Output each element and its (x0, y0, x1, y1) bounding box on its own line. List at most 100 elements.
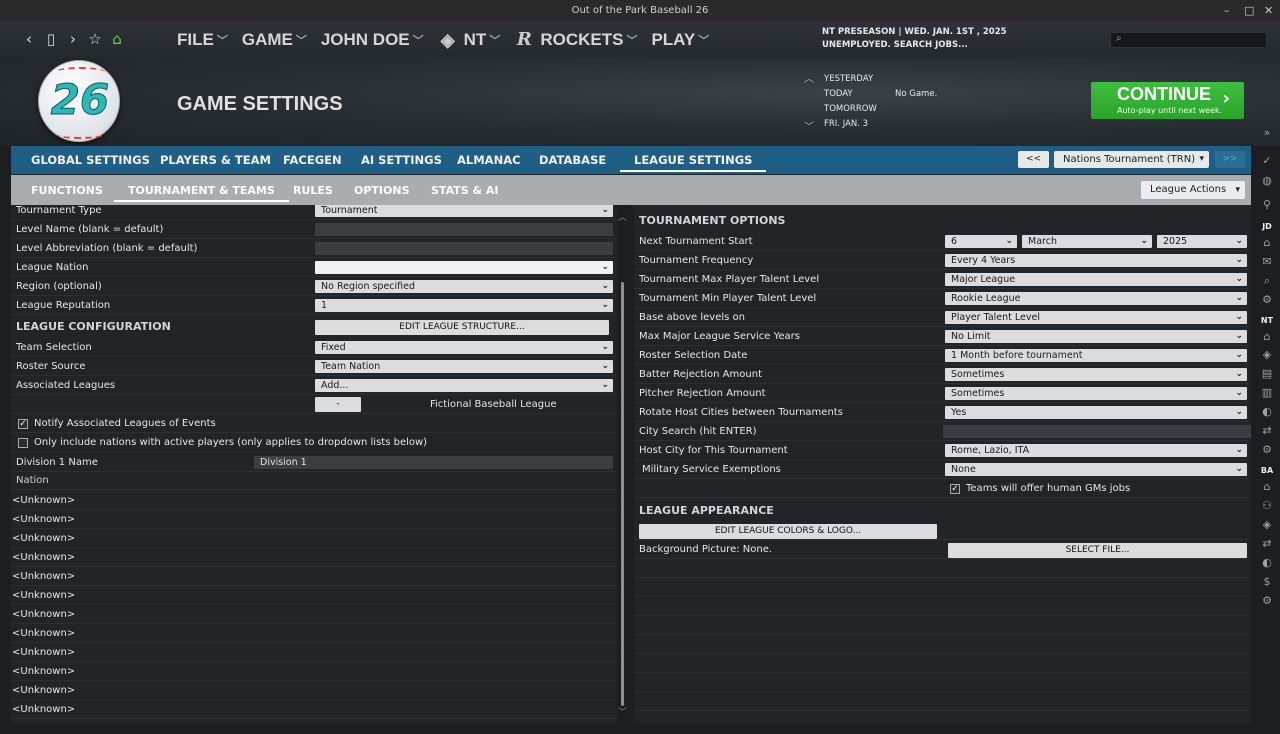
tab-global-settings[interactable]: GLOBAL SETTINGS (31, 153, 150, 167)
edit-league-structure-button[interactable]: EDIT LEAGUE STRUCTURE... (315, 320, 609, 335)
home-icon[interactable]: ⌂ (1259, 480, 1275, 493)
region-dropdown[interactable]: No Region specified ⌄ (315, 280, 613, 293)
menu-play[interactable]: PLAY ﹀ (651, 30, 709, 50)
sidebar-ba-label[interactable]: BA (1255, 466, 1279, 475)
subtab-options[interactable]: OPTIONS (354, 184, 410, 197)
news-icon[interactable]: ▤ (1259, 367, 1275, 380)
gear-icon[interactable]: ⚙ (1259, 443, 1275, 456)
search-input[interactable]: ⌕ (1110, 32, 1267, 48)
next-start-month-dropdown[interactable]: March ⌄ (1022, 235, 1152, 248)
sidebar-jd-label[interactable]: JD (1255, 222, 1279, 231)
forward-icon[interactable]: › (66, 30, 80, 48)
transfer-icon[interactable]: ⇄ (1259, 537, 1275, 550)
nation-row[interactable]: <Unknown> (11, 681, 617, 700)
division-name-input[interactable]: Division 1 (254, 456, 613, 469)
tab-players-team[interactable]: PLAYERS & TEAM (160, 153, 271, 167)
roster-date-dropdown[interactable]: 1 Month before tournament ⌄ (945, 349, 1247, 362)
menu-game[interactable]: GAME ﹀ (242, 30, 307, 50)
nation-row[interactable]: <Unknown> (11, 510, 617, 529)
tab-ai-settings[interactable]: AI SETTINGS (361, 153, 442, 167)
nation-row[interactable]: <Unknown> (11, 586, 617, 605)
sidebar-nt-label[interactable]: NT (1255, 316, 1279, 325)
tab-facegen[interactable]: FACEGEN (283, 153, 342, 167)
date-next[interactable]: FRI. JAN. 3 (824, 117, 868, 132)
tab-league-settings[interactable]: LEAGUE SETTINGS (619, 153, 767, 172)
continue-button[interactable]: CONTINUE Auto-play until next week. › (1091, 82, 1244, 119)
nation-row[interactable]: <Unknown> (11, 491, 617, 510)
next-league-button[interactable]: >> (1215, 151, 1245, 168)
baseball-icon[interactable]: ◐ (1259, 556, 1275, 569)
frequency-dropdown[interactable]: Every 4 Years ⌄ (945, 254, 1247, 267)
min-talent-dropdown[interactable]: Rookie League ⌄ (945, 292, 1247, 305)
batter-rejection-dropdown[interactable]: Sometimes ⌄ (945, 368, 1247, 381)
select-file-button[interactable]: SELECT FILE... (948, 543, 1247, 558)
maximize-icon[interactable]: □ (1244, 0, 1254, 22)
expand-icon[interactable]: » (1259, 126, 1275, 139)
nation-row[interactable]: <Unknown> (11, 605, 617, 624)
home-icon[interactable]: ⌂ (1259, 236, 1275, 249)
military-dropdown[interactable]: None ⌄ (945, 463, 1247, 476)
gear-icon[interactable]: ⚙ (1259, 293, 1275, 306)
search-icon[interactable]: ⌕ (1259, 274, 1275, 288)
roster-source-dropdown[interactable]: Team Nation ⌄ (315, 360, 613, 373)
home-icon[interactable]: ⌂ (1259, 330, 1275, 343)
nation-row[interactable]: <Unknown> (11, 624, 617, 643)
max-service-dropdown[interactable]: No Limit ⌄ (945, 330, 1247, 343)
minimize-icon[interactable]: – (1224, 0, 1230, 22)
shield-icon[interactable]: ◈ (1259, 348, 1275, 361)
left-pane-scrollbar[interactable]: ︿ ﹀ (618, 210, 627, 718)
league-nation-dropdown[interactable]: ⌄ (315, 261, 613, 274)
subtab-tournament-teams[interactable]: TOURNAMENT & TEAMS (114, 184, 289, 202)
date-today[interactable]: TODAY (824, 87, 853, 102)
mail-icon[interactable]: ✉ (1259, 255, 1275, 268)
menu-file[interactable]: FILE ﹀ (177, 30, 228, 50)
tab-almanac[interactable]: ALMANAC (457, 153, 521, 167)
rotate-host-dropdown[interactable]: Yes ⌄ (945, 406, 1247, 419)
back-icon[interactable]: ‹ (22, 30, 36, 48)
scrollbar-thumb[interactable] (621, 282, 624, 706)
max-talent-dropdown[interactable]: Major League ⌄ (945, 273, 1247, 286)
status-line-2[interactable]: UNEMPLOYED. SEARCH JOBS... (822, 39, 1007, 52)
reputation-dropdown[interactable]: 1 ⌄ (315, 299, 613, 312)
team-selection-dropdown[interactable]: Fixed ⌄ (315, 341, 613, 354)
gear-icon[interactable]: ⚙ (1259, 594, 1275, 607)
date-tomorrow[interactable]: TOMORROW (824, 102, 877, 117)
globe-icon[interactable]: ◍ (1259, 174, 1275, 187)
star-icon[interactable]: ☆ (88, 30, 102, 48)
league-select[interactable]: Nations Tournament (TRN) ▾ (1054, 151, 1209, 168)
nation-row[interactable]: <Unknown> (11, 548, 617, 567)
nation-row[interactable]: <Unknown> (11, 529, 617, 548)
scroll-down-icon[interactable]: ﹀ (618, 705, 627, 718)
people-icon[interactable]: ⚇ (1259, 499, 1275, 512)
host-city-dropdown[interactable]: Rome, Lazio, ITA ⌄ (945, 444, 1247, 457)
league-actions-dropdown[interactable]: League Actions ▾ (1141, 181, 1245, 199)
tournament-type-dropdown[interactable]: Tournament ⌄ (315, 205, 613, 217)
level-name-input[interactable] (315, 223, 613, 236)
tab-database[interactable]: DATABASE (539, 153, 606, 167)
scroll-up-icon[interactable]: ︿ (618, 210, 627, 223)
home-icon[interactable]: ⌂ (110, 30, 124, 48)
associated-leagues-dropdown[interactable]: Add... ⌄ (315, 379, 613, 392)
base-levels-dropdown[interactable]: Player Talent Level ⌄ (945, 311, 1247, 324)
menu-team[interactable]: R ROCKETS ﹀ (514, 30, 638, 50)
transfer-icon[interactable]: ⇄ (1259, 424, 1275, 437)
edit-league-colors-button[interactable]: EDIT LEAGUE COLORS & LOGO... (639, 524, 937, 539)
pitcher-rejection-dropdown[interactable]: Sometimes ⌄ (945, 387, 1247, 400)
gm-jobs-checkbox[interactable]: ✓ (950, 484, 960, 494)
only-include-checkbox[interactable] (18, 438, 28, 448)
notify-checkbox[interactable]: ✓ (18, 419, 28, 429)
menu-manager[interactable]: JOHN DOE ﹀ (321, 30, 424, 50)
baseball-icon[interactable]: ◐ (1259, 405, 1275, 418)
city-search-input[interactable] (943, 425, 1251, 438)
shield-icon[interactable]: ◈ (1259, 518, 1275, 531)
subtab-stats-ai[interactable]: STATS & AI (431, 184, 499, 197)
level-abbr-input[interactable] (315, 242, 613, 255)
nation-row[interactable]: <Unknown> (11, 643, 617, 662)
prev-league-button[interactable]: << (1018, 151, 1049, 168)
chevron-down-icon[interactable]: ﹀ (804, 120, 814, 135)
menu-nt[interactable]: ◈ NT ﹀ (438, 30, 501, 50)
remove-league-button[interactable]: - (315, 397, 361, 412)
date-yesterday[interactable]: YESTERDAY (824, 72, 873, 87)
bar-chart-icon[interactable]: ▥ (1259, 386, 1275, 399)
subtab-rules[interactable]: RULES (293, 184, 333, 197)
